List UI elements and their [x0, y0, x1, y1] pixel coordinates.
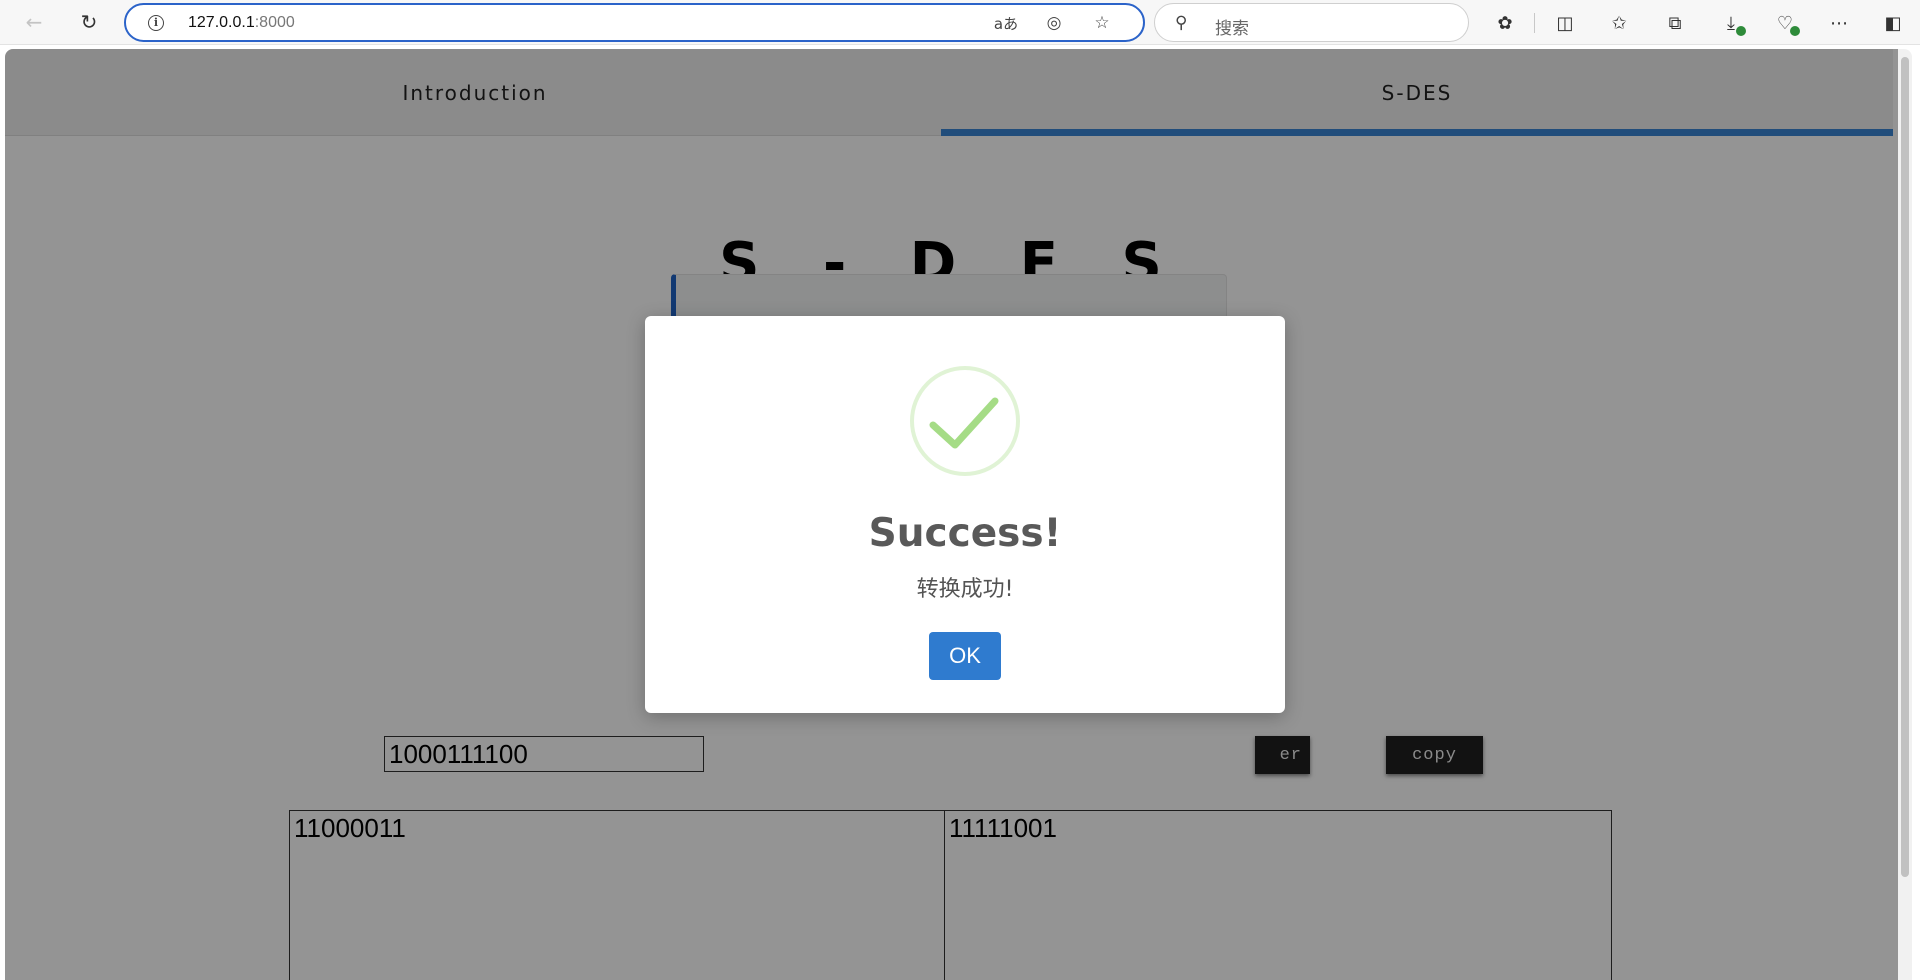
favorites-icon[interactable]: ✩: [1602, 8, 1636, 38]
dialog-message: 转换成功!: [916, 577, 1014, 602]
page-viewport: Introduction S-DES S - D E S 1000111100 …: [5, 49, 1912, 980]
downloads-icon[interactable]: ⤓: [1714, 8, 1748, 38]
essentials-badge: [1790, 26, 1800, 36]
sidebar-toggle-icon[interactable]: ◧: [1876, 8, 1910, 38]
search-icon: ⚲: [1175, 13, 1188, 33]
scrollbar[interactable]: [1898, 49, 1912, 980]
browser-toolbar: ← ↻ i 127.0.0.1:8000 aあ ◎ ☆ ⚲ 搜索 ✿ ◫ ✩ ⧉…: [0, 0, 1920, 45]
read-aloud-icon[interactable]: aあ: [992, 11, 1020, 35]
back-arrow-icon[interactable]: ←: [18, 7, 50, 37]
search-placeholder: 搜索: [1215, 19, 1249, 39]
split-screen-icon[interactable]: ◫: [1548, 8, 1582, 38]
collections-icon[interactable]: ⧉: [1658, 8, 1692, 38]
reload-icon[interactable]: ↻: [73, 7, 105, 37]
search-box[interactable]: ⚲ 搜索: [1154, 3, 1469, 42]
download-complete-badge: [1736, 26, 1746, 36]
info-icon[interactable]: i: [148, 15, 164, 31]
address-bar[interactable]: i 127.0.0.1:8000 aあ ◎ ☆: [124, 3, 1145, 42]
ok-button[interactable]: OK: [929, 632, 1001, 680]
extensions-icon[interactable]: ✿: [1488, 8, 1522, 38]
favorite-star-icon[interactable]: ☆: [1088, 11, 1116, 35]
url-port: :8000: [254, 14, 295, 31]
toolbar-separator: [1534, 13, 1535, 33]
modal-overlay[interactable]: Success! 转换成功! OK: [5, 49, 1898, 980]
success-dialog: Success! 转换成功! OK: [645, 316, 1285, 713]
browser-essentials-icon[interactable]: ♡: [1768, 8, 1802, 38]
address-url[interactable]: 127.0.0.1:8000: [188, 14, 295, 32]
scrollbar-thumb[interactable]: [1901, 57, 1909, 877]
url-host: 127.0.0.1: [188, 14, 255, 31]
more-options-icon[interactable]: ⋯: [1822, 8, 1856, 38]
edge-logo-icon[interactable]: ◎: [1040, 11, 1068, 35]
dialog-title: Success!: [868, 511, 1062, 556]
checkmark-circle-icon: [910, 366, 1020, 476]
